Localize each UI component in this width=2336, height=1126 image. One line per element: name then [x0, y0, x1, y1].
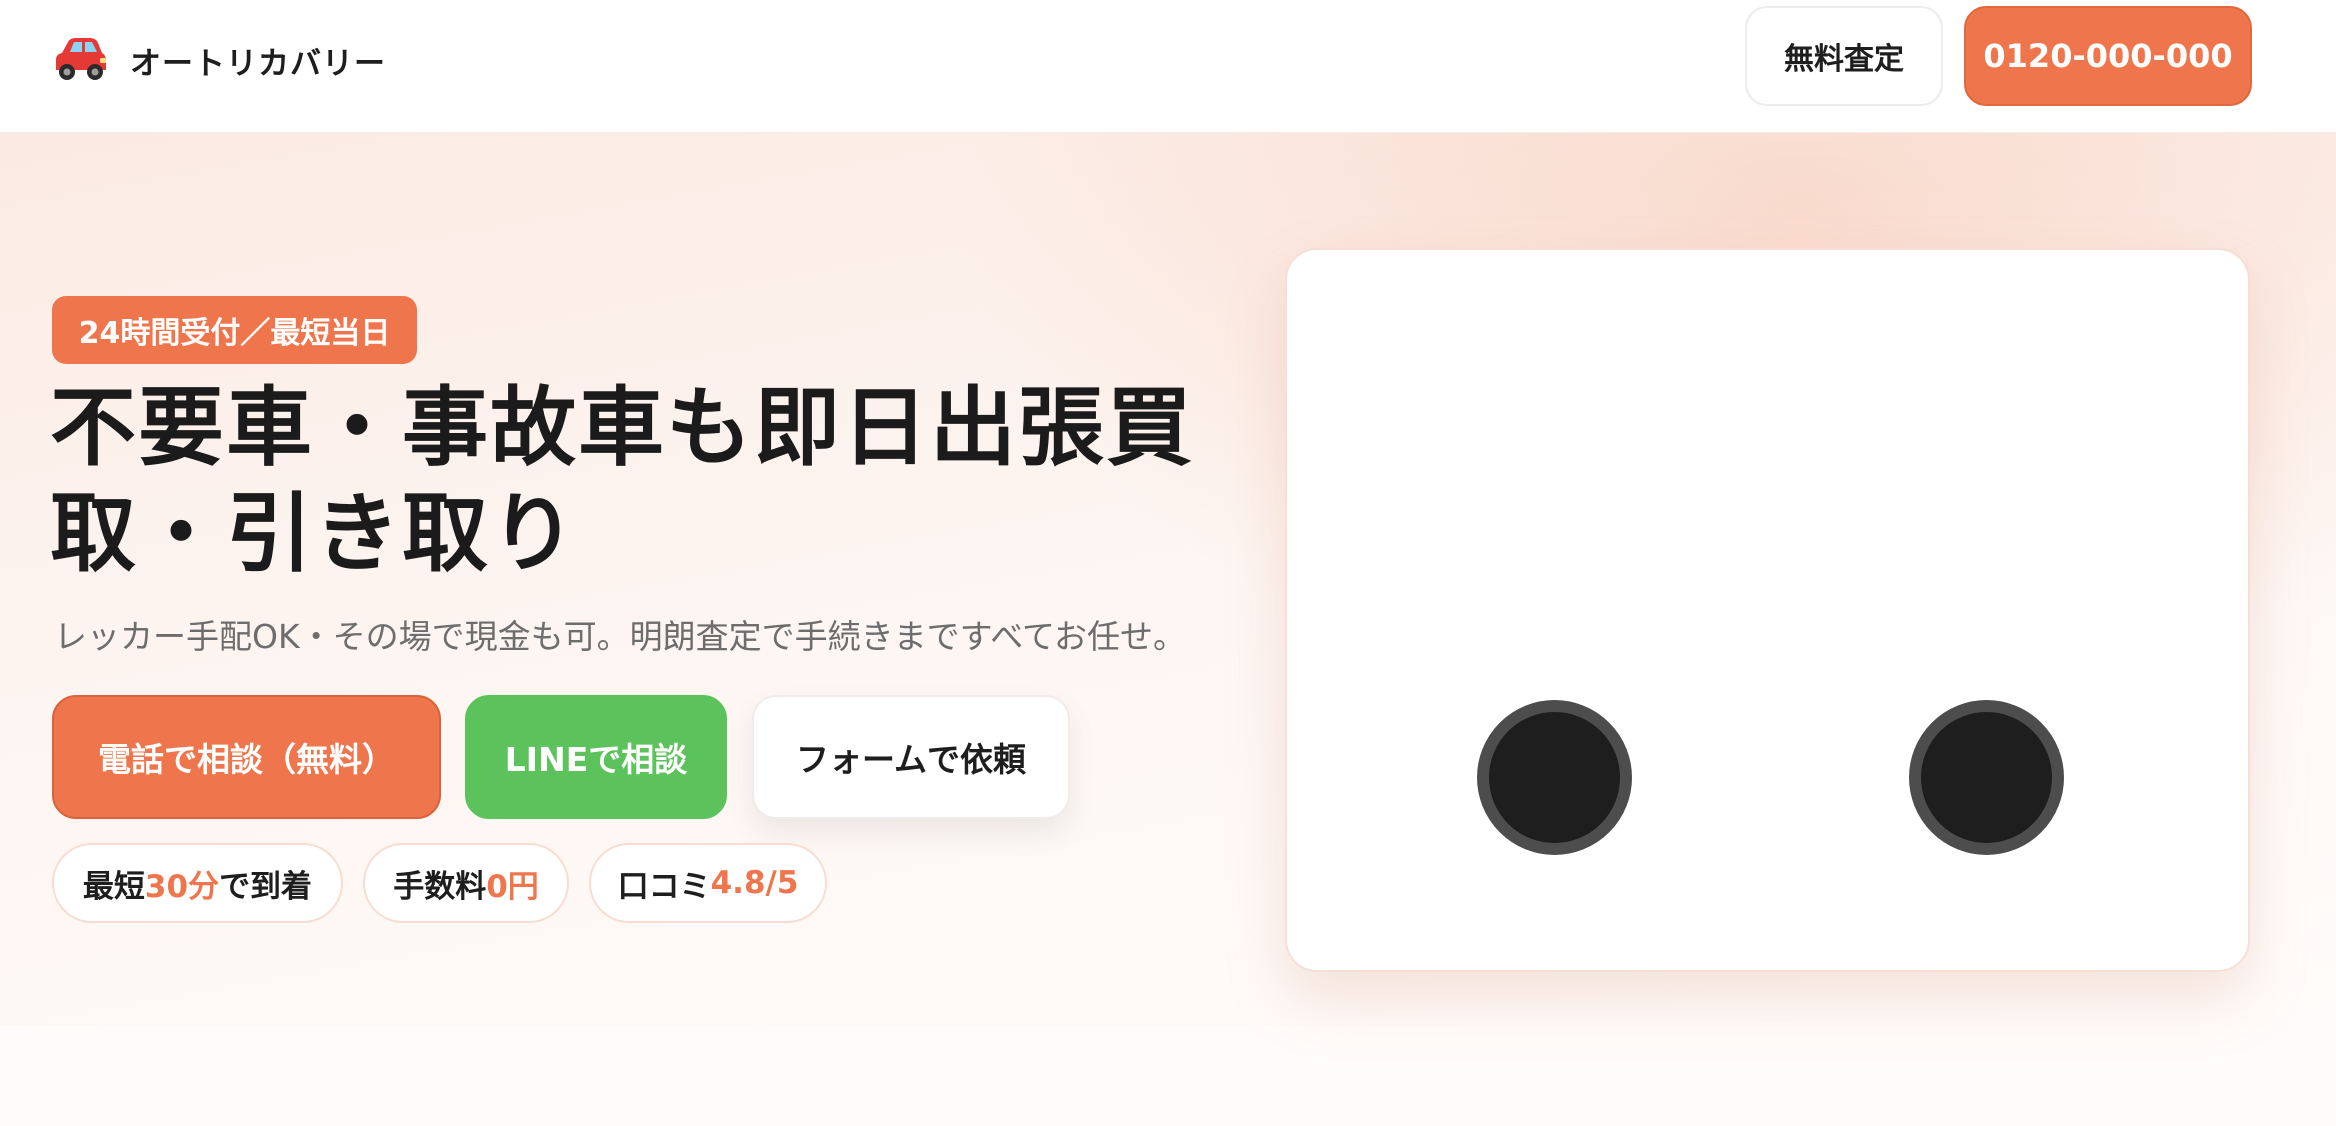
hero-headline: 不要車・事故車も即日出張買取・引き取り [50, 378, 1194, 584]
chip-highlight: 30分 [144, 868, 220, 905]
chip-highlight: 4.8/5 [710, 865, 799, 901]
form-request-button[interactable]: フォームで依頼 [752, 695, 1070, 819]
red-car-icon [56, 38, 106, 80]
fee-chip: 手数料 0円 [363, 843, 569, 923]
logo[interactable]: オートリカバリー [50, 30, 386, 90]
review-rating-chip: 口コミ 4.8/5 [589, 843, 827, 923]
rear-wheel [1909, 700, 2064, 855]
chip-highlight: 0円 [486, 868, 539, 905]
hours-badge: 24時間受付／最短当日 [52, 296, 417, 364]
line-consult-button[interactable]: LINEで相談 [465, 695, 727, 819]
chip-label: 手数料 [393, 868, 487, 905]
arrival-time-chip: 最短 30分 で到着 [52, 843, 343, 923]
call-consult-button[interactable]: 電話で相談（無料） [52, 695, 441, 819]
front-wheel [1477, 700, 1632, 855]
phone-number-button[interactable]: 0120-000-000 [1964, 6, 2252, 106]
site-header: オートリカバリー 無料査定 0120-000-000 [0, 0, 2336, 133]
chip-label: 口コミ [617, 868, 711, 905]
free-assessment-button[interactable]: 無料査定 [1745, 6, 1943, 106]
car-illustration-card [1285, 248, 2250, 972]
chip-label: 最短 [82, 868, 145, 905]
hero-subtext: レッカー手配OK・その場で現金も可。明朗査定で手続きまですべてお任せ。 [54, 617, 1186, 656]
brand-name: オートリカバリー [130, 45, 386, 82]
chip-suffix: で到着 [219, 868, 313, 905]
